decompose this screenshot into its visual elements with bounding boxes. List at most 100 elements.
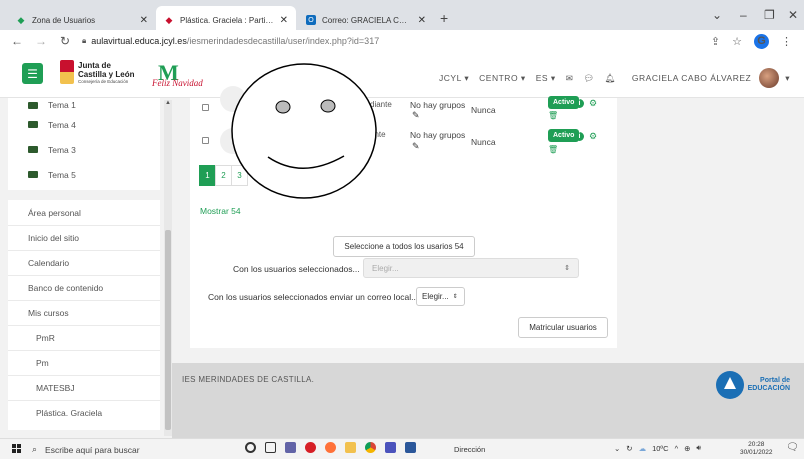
sidebar: Tema 1 Tema 4 Tema 3 Tema 5 Área persona… [0,98,172,438]
footer-school: IES MERINDADES DE CASTILLA. [182,375,315,384]
user-name[interactable]: GRACIELA CABO ÁLVAREZ [632,73,751,83]
teams-chat-icon[interactable] [385,442,396,453]
folder-icon [28,171,38,178]
with-selected-select[interactable]: Elegir... ⇕ [363,258,579,278]
sidebar-item-plastica[interactable]: Plástica. Graciela [8,400,160,425]
school-logo-text: Feliz Navidad [152,78,203,88]
search-placeholder: Escribe aquí para buscar [45,444,140,455]
chat-icon[interactable]: 💬︎ [583,73,594,84]
groups-cell: No hay grupos [410,100,466,110]
temperature[interactable]: 10ºC [652,444,669,453]
sidebar-item-tema-1[interactable]: Tema 1 [8,98,160,112]
sidebar-item-area-personal[interactable]: Área personal [8,200,160,225]
sidebar-topics: Tema 1 Tema 4 Tema 3 Tema 5 [8,98,160,190]
sidebar-item-label: Tema 3 [48,144,76,155]
info-icon[interactable]: i [575,99,584,108]
forward-icon[interactable]: → [34,34,48,48]
cortana-icon[interactable] [245,442,256,453]
page-link-1[interactable]: 1 [199,165,216,186]
file-explorer-icon[interactable] [345,442,356,453]
close-icon[interactable]: ✕ [140,15,148,26]
row-checkbox[interactable] [202,137,209,144]
menu-centro[interactable]: CENTRO ▾ [479,73,526,84]
select-value: Elegir... [422,292,449,301]
minimize-icon[interactable]: – [740,8,747,22]
refresh-icon[interactable]: ↻ [626,444,632,453]
window-close-icon[interactable]: ✕ [788,8,798,22]
row-checkbox[interactable] [202,104,209,111]
pencil-icon[interactable]: ✎ [412,141,420,152]
restore-icon[interactable]: ❐ [764,8,775,22]
trash-icon[interactable]: 🗑︎ [548,145,558,154]
system-tray: ⌄ ↻ ☁ 10ºC ^ ⊕ 🔊︎ [614,443,707,453]
profile-avatar[interactable]: G [754,33,769,49]
sidebar-item-calendario[interactable]: Calendario [8,250,160,275]
volume-icon[interactable]: 🔊︎ [696,443,701,453]
enrol-users-button[interactable]: Matricular usuarios [518,317,608,338]
star-icon[interactable]: ☆ [732,35,742,48]
windows-start-icon[interactable] [12,444,22,454]
network-icon[interactable]: ⊕ [684,444,690,453]
chrome-icon[interactable] [365,442,376,453]
sidebar-item-inicio[interactable]: Inicio del sitio [8,225,160,250]
task-view-icon[interactable] [265,442,276,453]
share-icon[interactable]: ⇪ [711,35,720,48]
word-icon[interactable] [405,442,416,453]
close-icon[interactable]: ✕ [280,15,288,26]
scrollbar-thumb[interactable] [165,230,171,430]
menu-label: CENTRO [479,72,519,83]
portal-educacion-logo[interactable]: Portal de EDUCACIÓN [715,371,790,399]
sidebar-nav: Área personal Inicio del sitio Calendari… [8,200,160,430]
chevron-down-icon[interactable]: ⌄ [712,8,722,22]
taskbar-search[interactable]: ⌕ Escribe aquí para buscar [32,442,210,457]
firefox-icon[interactable] [325,442,336,453]
url-field[interactable]: 🔒︎ aulavirtual.educa.jcyl.es/iesmerindad… [82,36,379,46]
opera-icon[interactable] [305,442,316,453]
back-icon[interactable]: ← [10,34,24,48]
teams-icon[interactable] [285,442,296,453]
show-all-link[interactable]: Mostrar 54 [200,206,241,216]
sidebar-item-pmr[interactable]: PmR [8,325,160,350]
mail-icon[interactable]: ✉ [566,73,574,84]
info-icon[interactable]: i [575,132,584,141]
user-avatar[interactable] [759,68,780,88]
sidebar-item-pm[interactable]: Pm [8,350,160,375]
sidebar-item-label: Pm [36,358,49,368]
close-icon[interactable]: ✕ [418,15,426,26]
brand-line1: Junta de [78,60,111,70]
menu-jcyl[interactable]: JCYL ▾ [439,73,469,84]
sidebar-scrollbar[interactable]: ▲ [164,100,172,436]
send-mail-select[interactable]: Elegir... ⇕ [416,287,465,306]
sidebar-item-matesbj[interactable]: MATESBJ [8,375,160,400]
outlook-icon: O [306,15,316,25]
pencil-icon[interactable]: ✎ [412,110,420,121]
chevron-down-icon[interactable]: ⌄ [614,444,620,453]
jcyl-logo[interactable]: Junta de Castilla y León Consejería de E… [60,60,134,84]
chevron-updown-icon: ⇕ [564,265,570,272]
sidebar-item-tema-5[interactable]: Tema 5 [8,162,160,187]
notifications-icon[interactable]: 🗨︎ [786,442,799,453]
trash-icon[interactable]: 🗑︎ [548,111,558,120]
scroll-up-icon[interactable]: ▲ [164,100,172,106]
chevron-down-icon[interactable]: ▾ [785,73,790,84]
gear-icon[interactable]: ⚙ [589,131,597,142]
reload-icon[interactable]: ↻ [58,34,72,48]
sidebar-item-banco[interactable]: Banco de contenido [8,275,160,300]
kebab-menu-icon[interactable]: ⋮ [781,35,792,48]
hamburger-menu-button[interactable]: ☰ [22,63,43,84]
new-tab-button[interactable]: + [440,10,448,26]
sidebar-item-tema-3[interactable]: Tema 3 [8,137,160,162]
bell-icon[interactable]: 🔔︎ [605,73,616,84]
gear-icon[interactable]: ⚙ [589,98,597,109]
weather-icon[interactable]: ☁ [639,444,647,453]
chevron-up-icon[interactable]: ^ [675,444,679,453]
sidebar-item-tema-4[interactable]: Tema 4 [8,112,160,137]
select-all-button[interactable]: Seleccione a todos los usarios 54 [333,236,475,257]
school-logo[interactable]: M Feliz Navidad [152,60,214,90]
sidebar-item-label: Mis cursos [28,308,69,318]
taskbar-clock[interactable]: 20:28 30/01/2022 [740,441,773,457]
sidebar-item-label: Plástica. Graciela [36,408,103,418]
address-toolbar-input[interactable] [490,442,600,456]
sidebar-item-mis-cursos[interactable]: Mis cursos [8,300,160,325]
menu-language[interactable]: ES ▾ [536,73,556,84]
